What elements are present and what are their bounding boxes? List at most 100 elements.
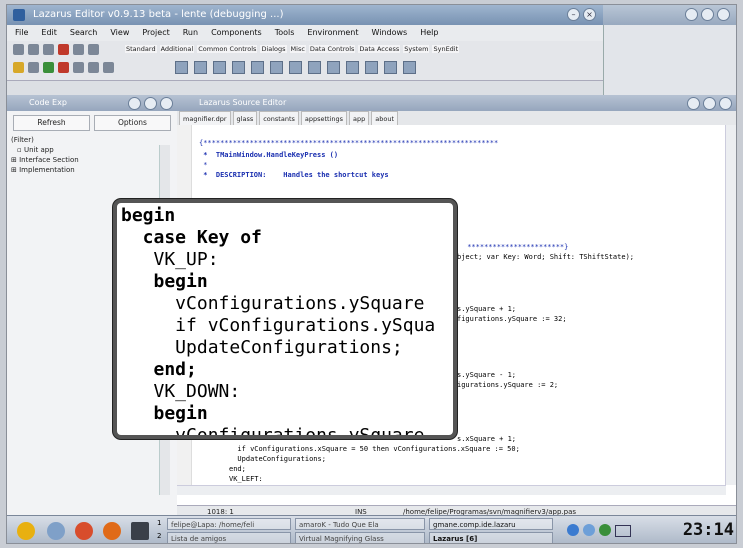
code-explorer-buttons: Refresh Options	[7, 111, 177, 135]
task-terminal[interactable]: felipe@Lapa: /home/feli	[167, 518, 291, 530]
editor-tab[interactable]: app	[349, 111, 370, 125]
step-over-icon[interactable]	[88, 62, 99, 73]
open-file-icon[interactable]	[28, 44, 39, 55]
run-icon[interactable]	[43, 62, 54, 73]
tpopupmenu-icon[interactable]	[194, 61, 207, 74]
tcombobox-icon[interactable]	[346, 61, 359, 74]
zoom-line: vConfigurations.ySquare	[121, 293, 425, 314]
firefox-launcher-icon[interactable]	[103, 522, 121, 540]
tlistbox-icon[interactable]	[327, 61, 340, 74]
bg-close-button[interactable]	[717, 8, 730, 21]
tab-common-controls[interactable]: Common Controls	[197, 45, 258, 53]
tray-update-icon[interactable]	[599, 524, 611, 536]
view-forms-icon[interactable]	[28, 62, 39, 73]
tree-item-interface[interactable]: ⊞ Interface Section	[11, 155, 177, 165]
tab-misc[interactable]: Misc	[289, 45, 306, 53]
source-editor-title[interactable]: Lazarus Source Editor	[177, 95, 736, 111]
tradiobutton-icon[interactable]	[308, 61, 321, 74]
menu-help[interactable]: Help	[420, 25, 438, 41]
close-button[interactable]: ×	[583, 8, 596, 21]
menu-search[interactable]: Search	[70, 25, 97, 41]
menu-environment[interactable]: Environment	[307, 25, 358, 41]
editor-tab[interactable]: magnifier.dpr	[179, 111, 231, 125]
settings-launcher-icon[interactable]	[47, 522, 65, 540]
task-gmane[interactable]: gmane.comp.ide.lazaru	[429, 518, 553, 530]
main-title-bar[interactable]: Lazarus Editor v0.9.13 beta - lente (deb…	[7, 5, 603, 25]
terminal-launcher-icon[interactable]	[131, 522, 149, 540]
menu-components[interactable]: Components	[211, 25, 262, 41]
run-to-cursor-icon[interactable]	[103, 62, 114, 73]
save-icon[interactable]	[43, 44, 54, 55]
new-form-icon[interactable]	[88, 44, 99, 55]
code-explorer-title[interactable]: Code Exp	[7, 95, 177, 111]
tray-volume-icon[interactable]	[583, 524, 595, 536]
code-explorer-controls	[128, 97, 173, 110]
se-close-button[interactable]	[719, 97, 732, 110]
editor-tab[interactable]: constants	[259, 111, 299, 125]
minimize-button[interactable]: –	[567, 8, 580, 21]
tcheckbox-icon[interactable]	[289, 61, 302, 74]
tbutton-icon[interactable]	[213, 61, 226, 74]
tab-standard[interactable]: Standard	[125, 45, 157, 53]
se-maximize-button[interactable]	[703, 97, 716, 110]
ce-maximize-button[interactable]	[144, 97, 157, 110]
magnifier-window[interactable]: begin case Key of VK_UP: begin vConfigur…	[113, 199, 457, 439]
tree-filter[interactable]: (Filter)	[11, 135, 177, 145]
tab-additional[interactable]: Additional	[159, 45, 195, 53]
editor-tab[interactable]: appsettings	[300, 111, 348, 125]
task-amarok[interactable]: amaroK - Tudo Que Ela	[295, 518, 425, 530]
toolbar-row-1	[13, 44, 99, 55]
clock[interactable]: 23:14	[683, 520, 734, 540]
desktop-1[interactable]: 1	[157, 519, 161, 527]
tpanel-icon[interactable]	[403, 61, 416, 74]
editor-vertical-scrollbar[interactable]	[725, 125, 736, 485]
home-launcher-icon[interactable]	[75, 522, 93, 540]
tedit-icon[interactable]	[251, 61, 264, 74]
close-file-icon[interactable]	[73, 44, 84, 55]
menu-file[interactable]: File	[15, 25, 28, 41]
editor-tab[interactable]: glass	[232, 111, 258, 125]
menu-edit[interactable]: Edit	[41, 25, 57, 41]
tab-synedit[interactable]: SynEdit	[432, 45, 460, 53]
step-into-icon[interactable]	[73, 62, 84, 73]
menu-view[interactable]: View	[110, 25, 129, 41]
menu-windows[interactable]: Windows	[372, 25, 408, 41]
tab-system[interactable]: System	[403, 45, 430, 53]
tab-data-access[interactable]: Data Access	[358, 45, 401, 53]
refresh-button[interactable]: Refresh	[13, 115, 90, 131]
menu-tools[interactable]: Tools	[275, 25, 295, 41]
tscrollbar-icon[interactable]	[365, 61, 378, 74]
tab-data-controls[interactable]: Data Controls	[308, 45, 356, 53]
task-buddy-list[interactable]: Lista de amigos	[167, 532, 291, 543]
save-all-icon[interactable]	[58, 44, 69, 55]
tree-item-unit[interactable]: ▫ Unit app	[11, 145, 177, 155]
menu-project[interactable]: Project	[142, 25, 169, 41]
new-file-icon[interactable]	[13, 44, 24, 55]
tree-item-implementation[interactable]: ⊞ Implementation	[11, 165, 177, 175]
view-units-icon[interactable]	[13, 62, 24, 73]
editor-tabs: magnifier.dpr glass constants appsetting…	[177, 111, 736, 126]
tlabel-icon[interactable]	[232, 61, 245, 74]
bg-maximize-button[interactable]	[701, 8, 714, 21]
editor-tab[interactable]: about	[371, 111, 399, 125]
task-magnifier[interactable]: Virtual Magnifying Glass	[295, 532, 425, 543]
tab-dialogs[interactable]: Dialogs	[260, 45, 287, 53]
tgroupbox-icon[interactable]	[384, 61, 397, 74]
desktop-2[interactable]: 2	[157, 532, 161, 540]
tmainmenu-icon[interactable]	[175, 61, 188, 74]
editor-horizontal-scrollbar[interactable]	[177, 485, 726, 495]
ce-close-button[interactable]	[160, 97, 173, 110]
menu-run[interactable]: Run	[183, 25, 198, 41]
tmemo-icon[interactable]	[270, 61, 283, 74]
bg-minimize-button[interactable]	[685, 8, 698, 21]
pause-icon[interactable]	[58, 62, 69, 73]
code-line: *	[199, 161, 208, 169]
tray-window-icon[interactable]	[615, 525, 631, 537]
ce-minimize-button[interactable]	[128, 97, 141, 110]
options-button[interactable]: Options	[94, 115, 171, 131]
se-minimize-button[interactable]	[687, 97, 700, 110]
star-launcher-icon[interactable]	[17, 522, 35, 540]
tray-network-icon[interactable]	[567, 524, 579, 536]
task-lazarus[interactable]: Lazarus [6]	[429, 532, 553, 543]
code-line: VK_LEFT:	[229, 475, 263, 483]
